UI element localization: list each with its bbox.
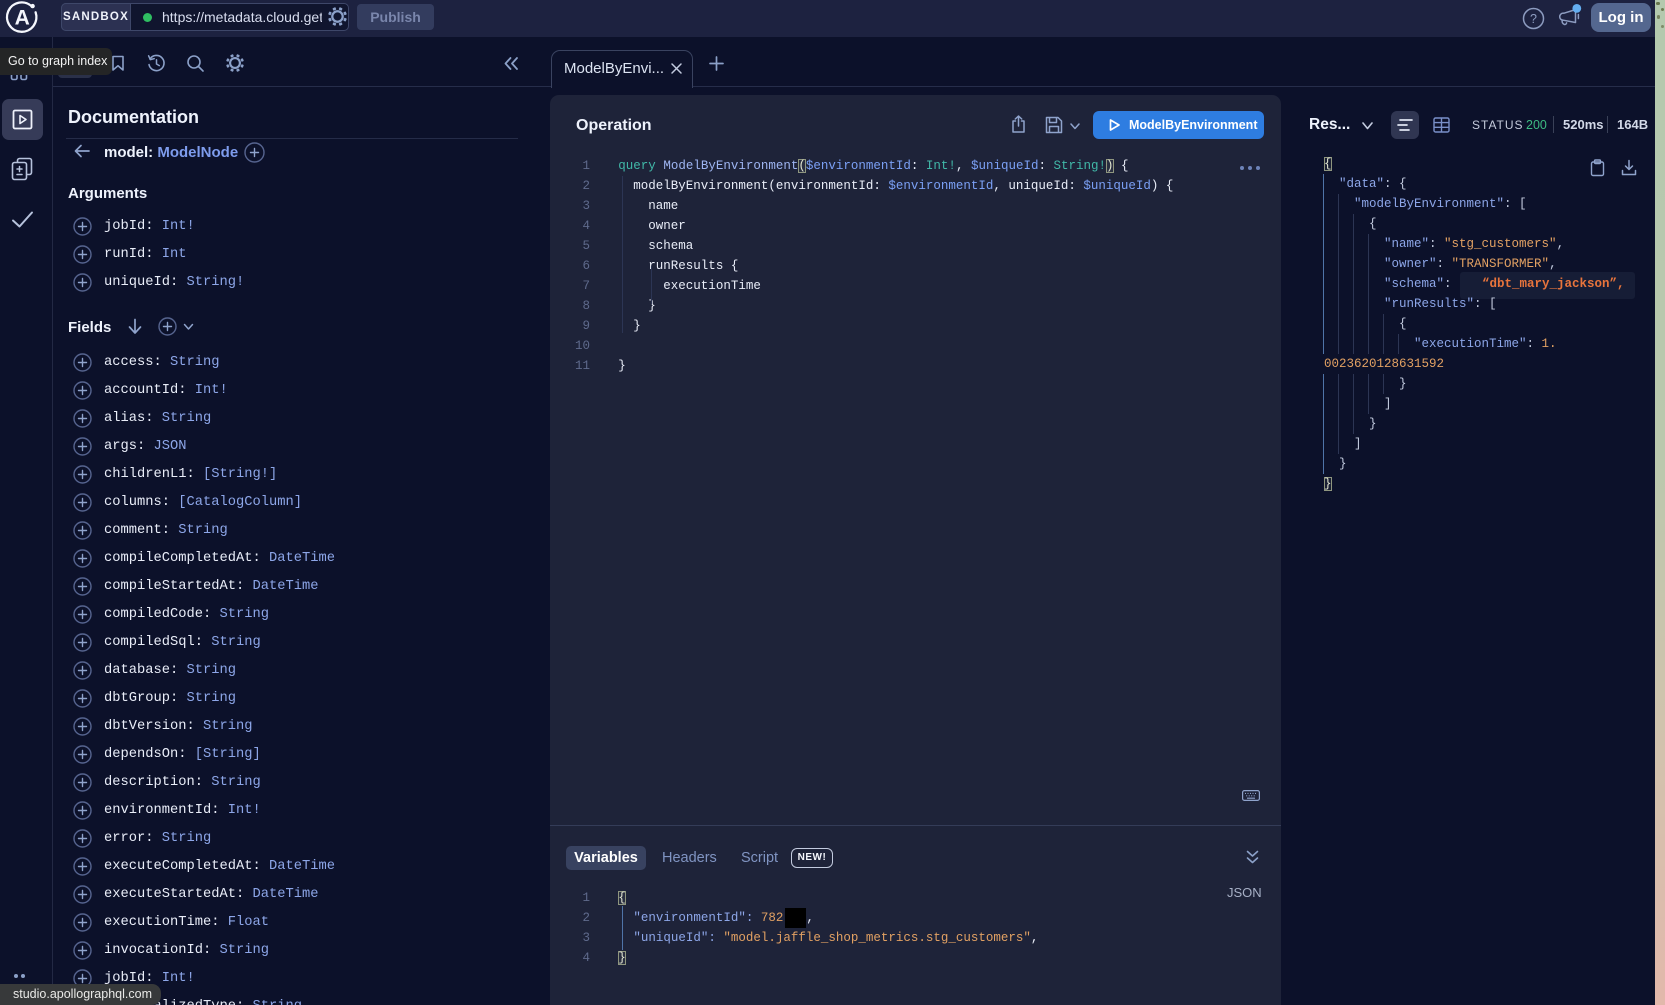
svg-text:A: A (15, 7, 30, 30)
svg-text:?: ? (1530, 12, 1537, 26)
